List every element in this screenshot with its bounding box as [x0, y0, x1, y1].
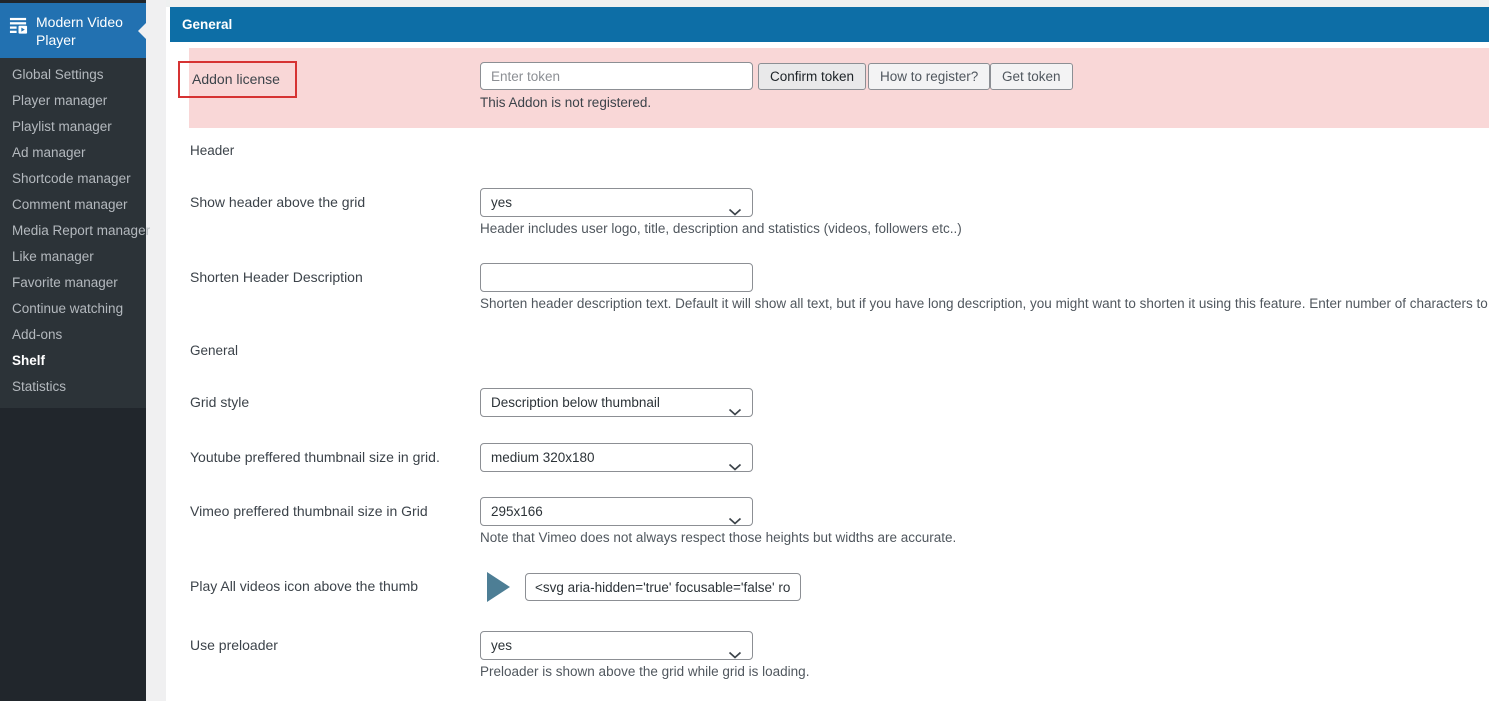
use-preloader-label: Use preloader — [190, 637, 278, 653]
header-section-title: Header — [190, 143, 235, 158]
use-preloader-select[interactable]: yes — [480, 631, 753, 660]
section-bar-title: General — [182, 17, 233, 32]
grid-style-select[interactable]: Description below thumbnail — [480, 388, 753, 417]
chevron-down-icon — [728, 399, 742, 426]
youtube-thumb-select-value: medium 320x180 — [491, 450, 595, 465]
use-preloader-row: Use preloader yes Preloader is shown abo… — [166, 631, 1489, 701]
vimeo-thumb-select-value: 295x166 — [491, 504, 543, 519]
youtube-thumb-label: Youtube preffered thumbnail size in grid… — [190, 449, 440, 465]
youtube-thumb-select[interactable]: medium 320x180 — [480, 443, 753, 472]
play-icon — [487, 572, 511, 602]
sidebar-item-favorite-manager[interactable]: Favorite manager — [0, 270, 146, 296]
vimeo-thumb-select[interactable]: 295x166 — [480, 497, 753, 526]
sidebar-item-media-report-manager[interactable]: Media Report manager — [0, 218, 150, 244]
addon-license-error-strip: Addon license Confirm token How to regis… — [178, 48, 1489, 128]
license-error-message: This Addon is not registered. — [480, 95, 652, 110]
grid-style-label: Grid style — [190, 394, 250, 410]
top-strip — [166, 0, 1489, 7]
settings-panel: General Addon license Confirm token How … — [166, 0, 1489, 701]
confirm-token-button[interactable]: Confirm token — [758, 63, 867, 90]
sidebar-item-add-ons[interactable]: Add-ons — [0, 322, 146, 348]
general-section-title: General — [190, 343, 239, 358]
token-input[interactable] — [480, 62, 753, 90]
how-to-register-button[interactable]: How to register? — [868, 63, 991, 90]
show-header-row: Show header above the grid yes Header in… — [166, 188, 1489, 258]
show-header-help: Header includes user logo, title, descri… — [480, 221, 962, 236]
sidebar-item-statistics[interactable]: Statistics — [0, 374, 146, 400]
vimeo-thumb-row: Vimeo preffered thumbnail size in Grid 2… — [166, 497, 1489, 567]
sidebar-item-shelf[interactable]: Shelf — [0, 348, 146, 374]
addon-license-annotation-box: Addon license — [178, 61, 297, 98]
sidebar-item-ad-manager[interactable]: Ad manager — [0, 140, 146, 166]
plugin-title: Modern Video Player — [36, 14, 123, 48]
sidebar-item-continue-watching[interactable]: Continue watching — [0, 296, 146, 322]
shorten-description-help: Shorten header description text. Default… — [480, 296, 1489, 311]
sidebar-item-global-settings[interactable]: Global Settings — [0, 62, 146, 88]
shorten-description-row: Shorten Header Description Shorten heade… — [166, 263, 1489, 333]
sidebar-item-playlist-manager[interactable]: Playlist manager — [0, 114, 146, 140]
play-icon-svg-input[interactable] — [525, 573, 801, 601]
chevron-down-icon — [728, 454, 742, 481]
addon-license-label: Addon license — [192, 71, 280, 87]
sidebar-item-like-manager[interactable]: Like manager — [0, 244, 146, 270]
vimeo-thumb-help: Note that Vimeo does not always respect … — [480, 530, 957, 545]
shorten-description-input[interactable] — [480, 263, 753, 292]
show-header-label: Show header above the grid — [190, 194, 366, 210]
sidebar-item-player-manager[interactable]: Player manager — [0, 88, 146, 114]
plugin-submenu: Global Settings Player manager Playlist … — [0, 58, 150, 408]
admin-sidebar: Modern Video Player Global Settings Play… — [0, 0, 150, 701]
play-all-icon-label: Play All videos icon above the thumb — [190, 578, 419, 594]
use-preloader-select-value: yes — [491, 638, 513, 653]
show-header-select-value: yes — [491, 195, 513, 210]
sidebar-item-comment-manager[interactable]: Comment manager — [0, 192, 146, 218]
grid-style-select-value: Description below thumbnail — [491, 395, 660, 410]
use-preloader-help: Preloader is shown above the grid while … — [480, 664, 810, 679]
sidebar-item-shortcode-manager[interactable]: Shortcode manager — [0, 166, 146, 192]
sidebar-plugin-header[interactable]: Modern Video Player — [0, 3, 146, 59]
general-section-bar: General — [170, 7, 1489, 42]
video-playlist-icon — [9, 16, 28, 39]
vimeo-thumb-label: Vimeo preffered thumbnail size in Grid — [190, 503, 428, 519]
show-header-select[interactable]: yes — [480, 188, 753, 217]
get-token-button[interactable]: Get token — [990, 63, 1073, 90]
shorten-description-label: Shorten Header Description — [190, 269, 363, 285]
